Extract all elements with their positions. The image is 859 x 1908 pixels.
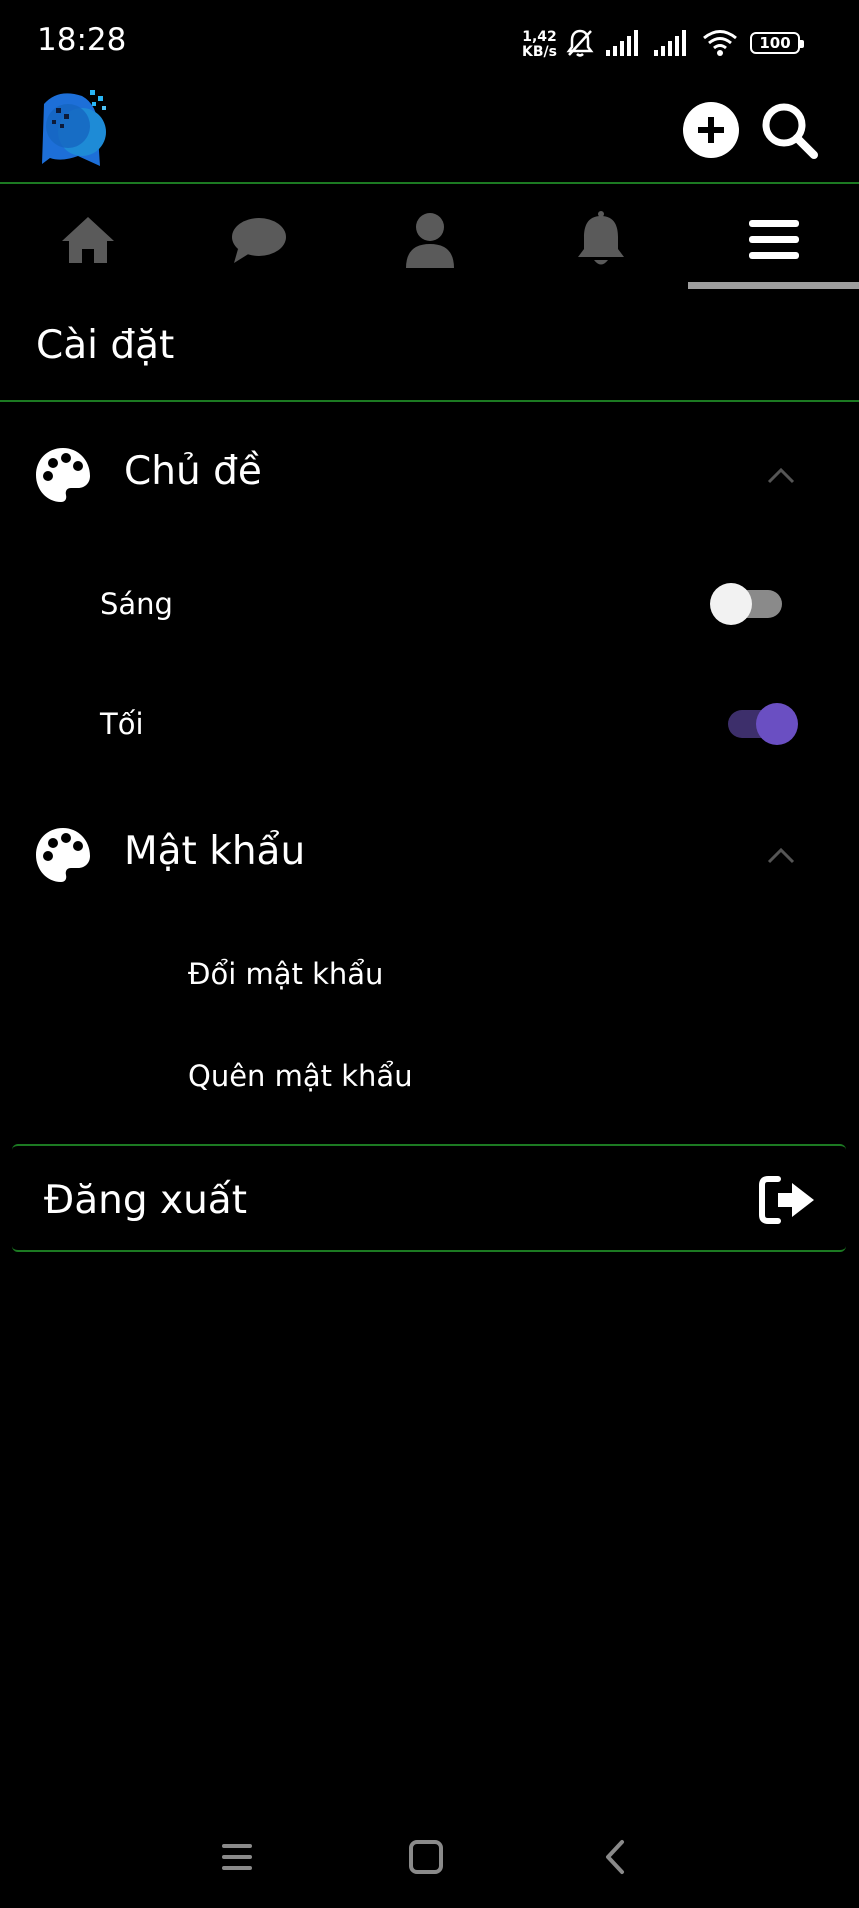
home-button-icon[interactable] [404, 1838, 448, 1876]
forgot-password-link[interactable]: Quên mật khẩu [188, 1059, 413, 1093]
palette-icon [36, 828, 90, 882]
search-icon[interactable] [758, 99, 820, 161]
logout-label: Đăng xuất [44, 1178, 247, 1223]
user-icon [405, 213, 454, 268]
page-title: Cài đặt [36, 323, 175, 368]
theme-option-dark-label: Tối [100, 707, 144, 741]
plus-icon [698, 117, 724, 143]
status-time: 18:28 [37, 22, 127, 58]
chevron-up-icon[interactable] [766, 465, 796, 485]
signal-icon [654, 30, 686, 56]
recent-apps-icon[interactable] [218, 1838, 262, 1876]
battery-icon: 100 [750, 32, 804, 54]
add-button[interactable] [683, 102, 739, 158]
theme-option-light-label: Sáng [100, 587, 173, 621]
app-logo [42, 90, 106, 166]
bell-icon [577, 211, 624, 265]
title-divider [0, 400, 859, 402]
theme-section-header[interactable] [34, 446, 92, 508]
network-speed-unit: KB/s [522, 44, 557, 60]
menu-icon [748, 220, 799, 259]
home-icon [61, 217, 114, 263]
signal-icon [606, 30, 638, 56]
header-divider [0, 182, 859, 184]
status-icons: 100 [566, 24, 804, 62]
dark-theme-switch[interactable] [726, 700, 800, 748]
tab-profile[interactable] [344, 190, 515, 290]
theme-section-title: Chủ đề [124, 449, 262, 494]
password-section-header[interactable] [34, 826, 92, 888]
mute-icon [566, 29, 594, 57]
tab-menu[interactable] [688, 190, 859, 290]
tab-home[interactable] [2, 190, 173, 290]
back-icon[interactable] [594, 1838, 638, 1876]
change-password-link[interactable]: Đổi mật khẩu [188, 957, 383, 991]
battery-level: 100 [759, 34, 791, 52]
light-theme-switch[interactable] [710, 580, 784, 628]
chat-icon [231, 218, 286, 263]
wifi-icon [703, 30, 737, 56]
palette-icon [36, 448, 90, 502]
tab-chat[interactable] [173, 190, 344, 290]
network-speed: 1,42 KB/s [522, 30, 557, 60]
chevron-up-icon[interactable] [766, 845, 796, 865]
password-section-title: Mật khẩu [124, 829, 306, 874]
tab-notifications[interactable] [515, 190, 686, 290]
active-tab-indicator [688, 282, 859, 289]
network-speed-value: 1,42 [522, 29, 557, 45]
logout-icon [759, 1176, 814, 1224]
